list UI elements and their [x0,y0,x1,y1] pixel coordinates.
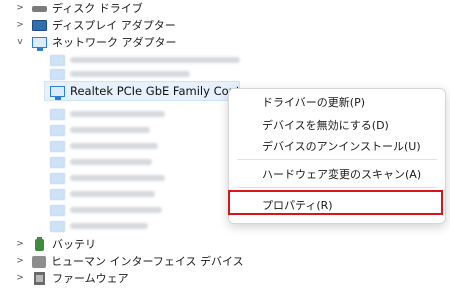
menu-separator [237,187,437,188]
blurred-list-item[interactable] [50,141,170,152]
tree-item-disk-drives[interactable]: > ディスク ドライブ [14,0,143,17]
blurred-list-item[interactable] [50,157,170,168]
redacted-text [70,175,165,181]
redacted-text [70,57,240,63]
tree-item-label: バッテリ [52,238,96,251]
chevron-right-icon[interactable]: > [14,236,26,253]
chevron-right-icon[interactable]: > [14,17,26,34]
network-adapter-icon [50,157,65,168]
tree-item-display-adapters[interactable]: > ディスプレイ アダプター [14,17,176,34]
network-adapter-icon [50,125,65,136]
tree-item-label: ディスプレイ アダプター [52,19,176,32]
chevron-down-icon[interactable]: v [14,34,26,51]
menu-item-update-driver[interactable]: ドライバーの更新(P) [262,94,365,112]
network-adapter-icon [50,85,65,100]
redacted-text [70,207,162,213]
menu-separator [237,159,437,160]
blurred-list-item[interactable] [50,69,250,80]
redacted-text [70,191,155,197]
blurred-list-item[interactable] [50,55,250,66]
blurred-list-item[interactable] [50,173,170,184]
blurred-list-item[interactable] [50,109,170,120]
tree-item-network-adapters[interactable]: v ネットワーク アダプター [14,34,177,51]
redacted-text [70,71,190,77]
blurred-list-item[interactable] [50,189,170,200]
tree-item-batteries[interactable]: > バッテリ [14,236,96,253]
chevron-right-icon[interactable]: > [14,270,26,287]
tree-item-label: ネットワーク アダプター [52,36,177,49]
disk-drive-icon [32,5,47,12]
menu-item-disable-device[interactable]: デバイスを無効にする(D) [262,117,389,135]
battery-icon [35,236,44,251]
tree-item-label: ファームウェア [52,272,129,285]
tree-item-selected-device[interactable]: Realtek PCIe GbE Family Controll [44,81,240,101]
tree-item-label: ヒューマン インターフェイス デバイス [51,255,244,268]
redacted-text [70,223,148,229]
network-adapter-icon [50,173,65,184]
selected-device-label: Realtek PCIe GbE Family Controll [70,84,240,98]
blurred-list-item[interactable] [50,205,170,216]
redacted-text [70,143,158,149]
chevron-right-icon[interactable]: > [14,0,26,17]
network-adapter-icon [50,189,65,200]
redacted-text [70,127,150,133]
tree-item-firmware[interactable]: > ファームウェア [14,270,129,287]
blurred-list-item[interactable] [50,221,170,232]
network-adapter-icon [50,55,65,66]
menu-item-uninstall-device[interactable]: デバイスのアンインストール(U) [262,138,421,156]
tree-item-human-interface-devices[interactable]: > ヒューマン インターフェイス デバイス [14,253,244,270]
network-adapter-icon [32,37,47,51]
network-adapter-icon [50,69,65,80]
network-adapter-icon [50,141,65,152]
menu-item-scan-hardware-changes[interactable]: ハードウェア変更のスキャン(A) [262,166,421,184]
menu-item-properties[interactable]: プロパティ(R) [262,197,333,215]
context-menu: ドライバーの更新(P) デバイスを無効にする(D) デバイスのアンインストール(… [228,88,446,224]
redacted-text [70,159,152,165]
hid-device-icon [32,255,46,268]
firmware-chip-icon [34,272,45,285]
network-adapter-icon [50,205,65,216]
redacted-text [70,111,165,117]
network-adapter-icon [50,221,65,232]
monitor-icon [32,20,47,31]
chevron-right-icon[interactable]: > [14,253,26,270]
blurred-list-item[interactable] [50,125,170,136]
network-adapter-icon [50,109,65,120]
tree-item-label: ディスク ドライブ [52,2,143,15]
